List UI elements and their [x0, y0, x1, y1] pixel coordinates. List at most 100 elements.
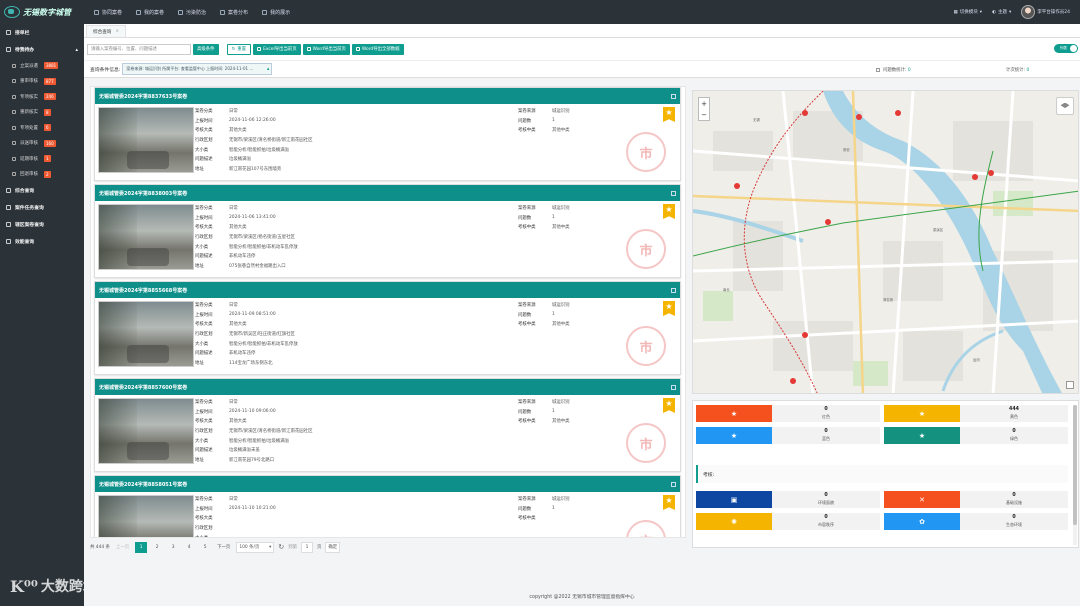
sidebar-sub-return[interactable]: 回退审核 2 — [0, 167, 84, 183]
excel-export-button[interactable]: Excel导出当前页 — [253, 43, 301, 55]
logo-text: 无锡数字城管 — [23, 6, 71, 17]
topnav-item-display[interactable]: 我的展示 — [262, 9, 290, 16]
scrollbar[interactable] — [1073, 405, 1077, 545]
advanced-filter-button[interactable]: 高级条件 — [193, 43, 219, 55]
stat-card[interactable]: ▣ 0 环境面貌 — [696, 491, 880, 508]
star-flag-icon[interactable]: ★ — [663, 204, 675, 219]
svg-text:梁溪区: 梁溪区 — [933, 227, 944, 232]
image-icon[interactable] — [671, 481, 676, 487]
stat-card[interactable]: ★ 0 绿色 — [884, 427, 1068, 444]
zoom-in-button[interactable]: + — [701, 100, 707, 108]
issue-count-stat: 问题数统计: 0 — [876, 67, 911, 73]
case-card[interactable]: 无锡城管委2024字第8857600号案卷 案卷分类 日常 上报时间 2024-11-… — [94, 378, 681, 472]
layers-icon — [1060, 102, 1070, 109]
switch-module-button[interactable]: ▦ 切换模块 ▾ — [954, 9, 983, 16]
case-card[interactable]: 无锡城管委2024字第8855668号案卷 案卷分类 日常 上报时间 2024-11-… — [94, 281, 681, 375]
field-row: 案卷分类 日常 — [195, 399, 238, 405]
page-3[interactable]: 3 — [167, 542, 179, 553]
stat-card[interactable]: ✕ 0 基础设施 — [884, 491, 1068, 508]
topnav-item-distribution[interactable]: 案卷分布 — [220, 9, 248, 16]
card-header[interactable]: 无锡城管委2024字第8857600号案卷 — [95, 379, 680, 395]
field-row: 考核大类 其他大类 — [195, 419, 247, 425]
inbox-icon — [6, 30, 11, 35]
sidebar-sub-verify[interactable]: 专项核实 246 — [0, 89, 84, 105]
case-card[interactable]: 无锡城管委2024字第8858051号案卷 案卷分类 日常 上报时间 2024-11-… — [94, 475, 681, 537]
field-row: 问题描述 非机动车违停 — [195, 351, 256, 357]
sidebar-item-todo[interactable]: 待我待办 ▴ — [0, 41, 84, 58]
sidebar-item-efficiency[interactable]: 效能查询 — [0, 233, 84, 250]
page-1[interactable]: 1 — [135, 541, 148, 553]
case-photo[interactable] — [98, 495, 194, 537]
page-4[interactable]: 4 — [183, 542, 195, 553]
star-flag-icon[interactable]: ★ — [663, 398, 675, 413]
layers-button[interactable] — [1056, 97, 1074, 115]
case-photo[interactable] — [98, 204, 194, 270]
sidebar-item-query[interactable]: 综合查询 — [0, 182, 84, 199]
goto-page-input[interactable]: 1 — [301, 541, 313, 553]
goto-confirm-button[interactable]: 确定 — [325, 541, 341, 553]
case-card[interactable]: 无锡城管委2024字第8837633号案卷 案卷分类 日常 上报时间 2024-11-… — [94, 87, 681, 181]
stat-card[interactable]: ★ 0 红色 — [696, 405, 880, 422]
sidebar-sub-reverify[interactable]: 重新核实 8 — [0, 105, 84, 121]
tab-query[interactable]: 综合查询 × — [86, 25, 127, 37]
map-panel[interactable]: 无锡 崇安 梁溪区 南长 运河 清名桥 + − — [692, 90, 1079, 394]
theme-button[interactable]: ◐ 主题 ▾ — [992, 9, 1011, 16]
view-toggle[interactable]: 列表 — [1054, 44, 1078, 53]
case-photo[interactable] — [98, 301, 194, 367]
case-photo[interactable] — [98, 398, 194, 464]
topnav-item-collab[interactable]: 协同案卷 — [94, 9, 122, 16]
page-2[interactable]: 2 — [151, 542, 163, 553]
star-flag-icon[interactable]: ★ — [663, 495, 675, 510]
field-row: 案卷分类 日常 — [195, 108, 238, 114]
stat-card[interactable]: ★ 0 蓝色 — [696, 427, 880, 444]
sidebar-sub-dispatch[interactable]: 立案派遣 3881 — [0, 58, 84, 74]
app-logo[interactable]: 无锡数字城管 — [0, 0, 84, 24]
page-5[interactable]: 5 — [199, 542, 211, 553]
chevron-up-icon: ▴ — [75, 46, 78, 53]
search-input[interactable]: 请输入案卷编号、位置、问题描述 — [87, 43, 191, 55]
image-icon[interactable] — [671, 93, 676, 99]
stat-card[interactable]: ✿ 0 生态环境 — [884, 513, 1068, 530]
sidebar-sub-send[interactable]: 派送审核 160 — [0, 136, 84, 152]
topnav-item-mine[interactable]: 我的案卷 — [136, 9, 164, 16]
svg-text:无锡: 无锡 — [753, 117, 760, 122]
card-header[interactable]: 无锡城管委2024字第8855668号案卷 — [95, 282, 680, 298]
refresh-icon[interactable]: ↻ — [278, 543, 284, 551]
sidebar-sub-delay[interactable]: 延期审核 1 — [0, 151, 84, 167]
image-icon[interactable] — [671, 190, 676, 196]
card-header[interactable]: 无锡城管委2024字第8838003号案卷 — [95, 185, 680, 201]
case-card[interactable]: 无锡城管委2024字第8838003号案卷 案卷分类 日常 上报时间 2024-11-… — [94, 184, 681, 278]
sidebar-sub-handle[interactable]: 专项处置 6 — [0, 120, 84, 136]
zoom-out-button[interactable]: − — [701, 111, 707, 119]
topnav-item-pollution[interactable]: 污染防治 — [178, 9, 206, 16]
close-icon[interactable]: × — [115, 29, 119, 34]
prev-page-button[interactable]: 上一页 — [114, 542, 131, 553]
image-icon[interactable] — [671, 287, 676, 293]
star-flag-icon[interactable]: ★ — [663, 301, 675, 316]
reset-button[interactable]: ↻ 重置 — [226, 43, 252, 55]
field-row: 问题数 1 — [518, 506, 555, 512]
image-icon[interactable] — [671, 384, 676, 390]
star-flag-icon[interactable]: ★ — [663, 107, 675, 122]
card-header[interactable]: 无锡城管委2024字第8837633号案卷 — [95, 88, 680, 104]
condition-box[interactable]: 案卷来源: 城运识别 所属平台: 查看监管中心 上报时间: 2024-11-01… — [122, 63, 273, 75]
card-header[interactable]: 无锡城管委2024字第8858051号案卷 — [95, 476, 680, 492]
sidebar-item-queue[interactable]: 接单栏 — [0, 24, 84, 41]
times-stat: 计次统计: 0 — [1006, 68, 1030, 73]
stat-card[interactable]: ★ 444 黄色 — [884, 405, 1068, 422]
page-size-select[interactable]: 100 条/页 ▾ — [236, 541, 275, 553]
city-seal-icon: 市 — [626, 326, 666, 366]
next-page-button[interactable]: 下一页 — [215, 542, 232, 553]
word-export-all-button[interactable]: Word导出全部数据 — [351, 43, 404, 55]
stat-card[interactable]: ✺ 0 市容秩序 — [696, 513, 880, 530]
watermark-logo-icon: K⁰⁰ — [10, 576, 38, 596]
sidebar-item-task-query[interactable]: 案件任务查询 — [0, 199, 84, 216]
user-menu[interactable]: 李平台操作员24 — [1021, 5, 1070, 19]
field-row: 问题描述 垃圾桶满溢 — [195, 157, 251, 163]
case-photo[interactable] — [98, 107, 194, 173]
checkbox[interactable] — [876, 67, 880, 72]
sidebar-item-area-query[interactable]: 辖区案卷查询 — [0, 216, 84, 233]
sidebar-sub-review[interactable]: 重审审核 877 — [0, 74, 84, 90]
fullscreen-button[interactable] — [1066, 381, 1074, 389]
word-export-current-button[interactable]: Word导出当前页 — [302, 43, 350, 55]
